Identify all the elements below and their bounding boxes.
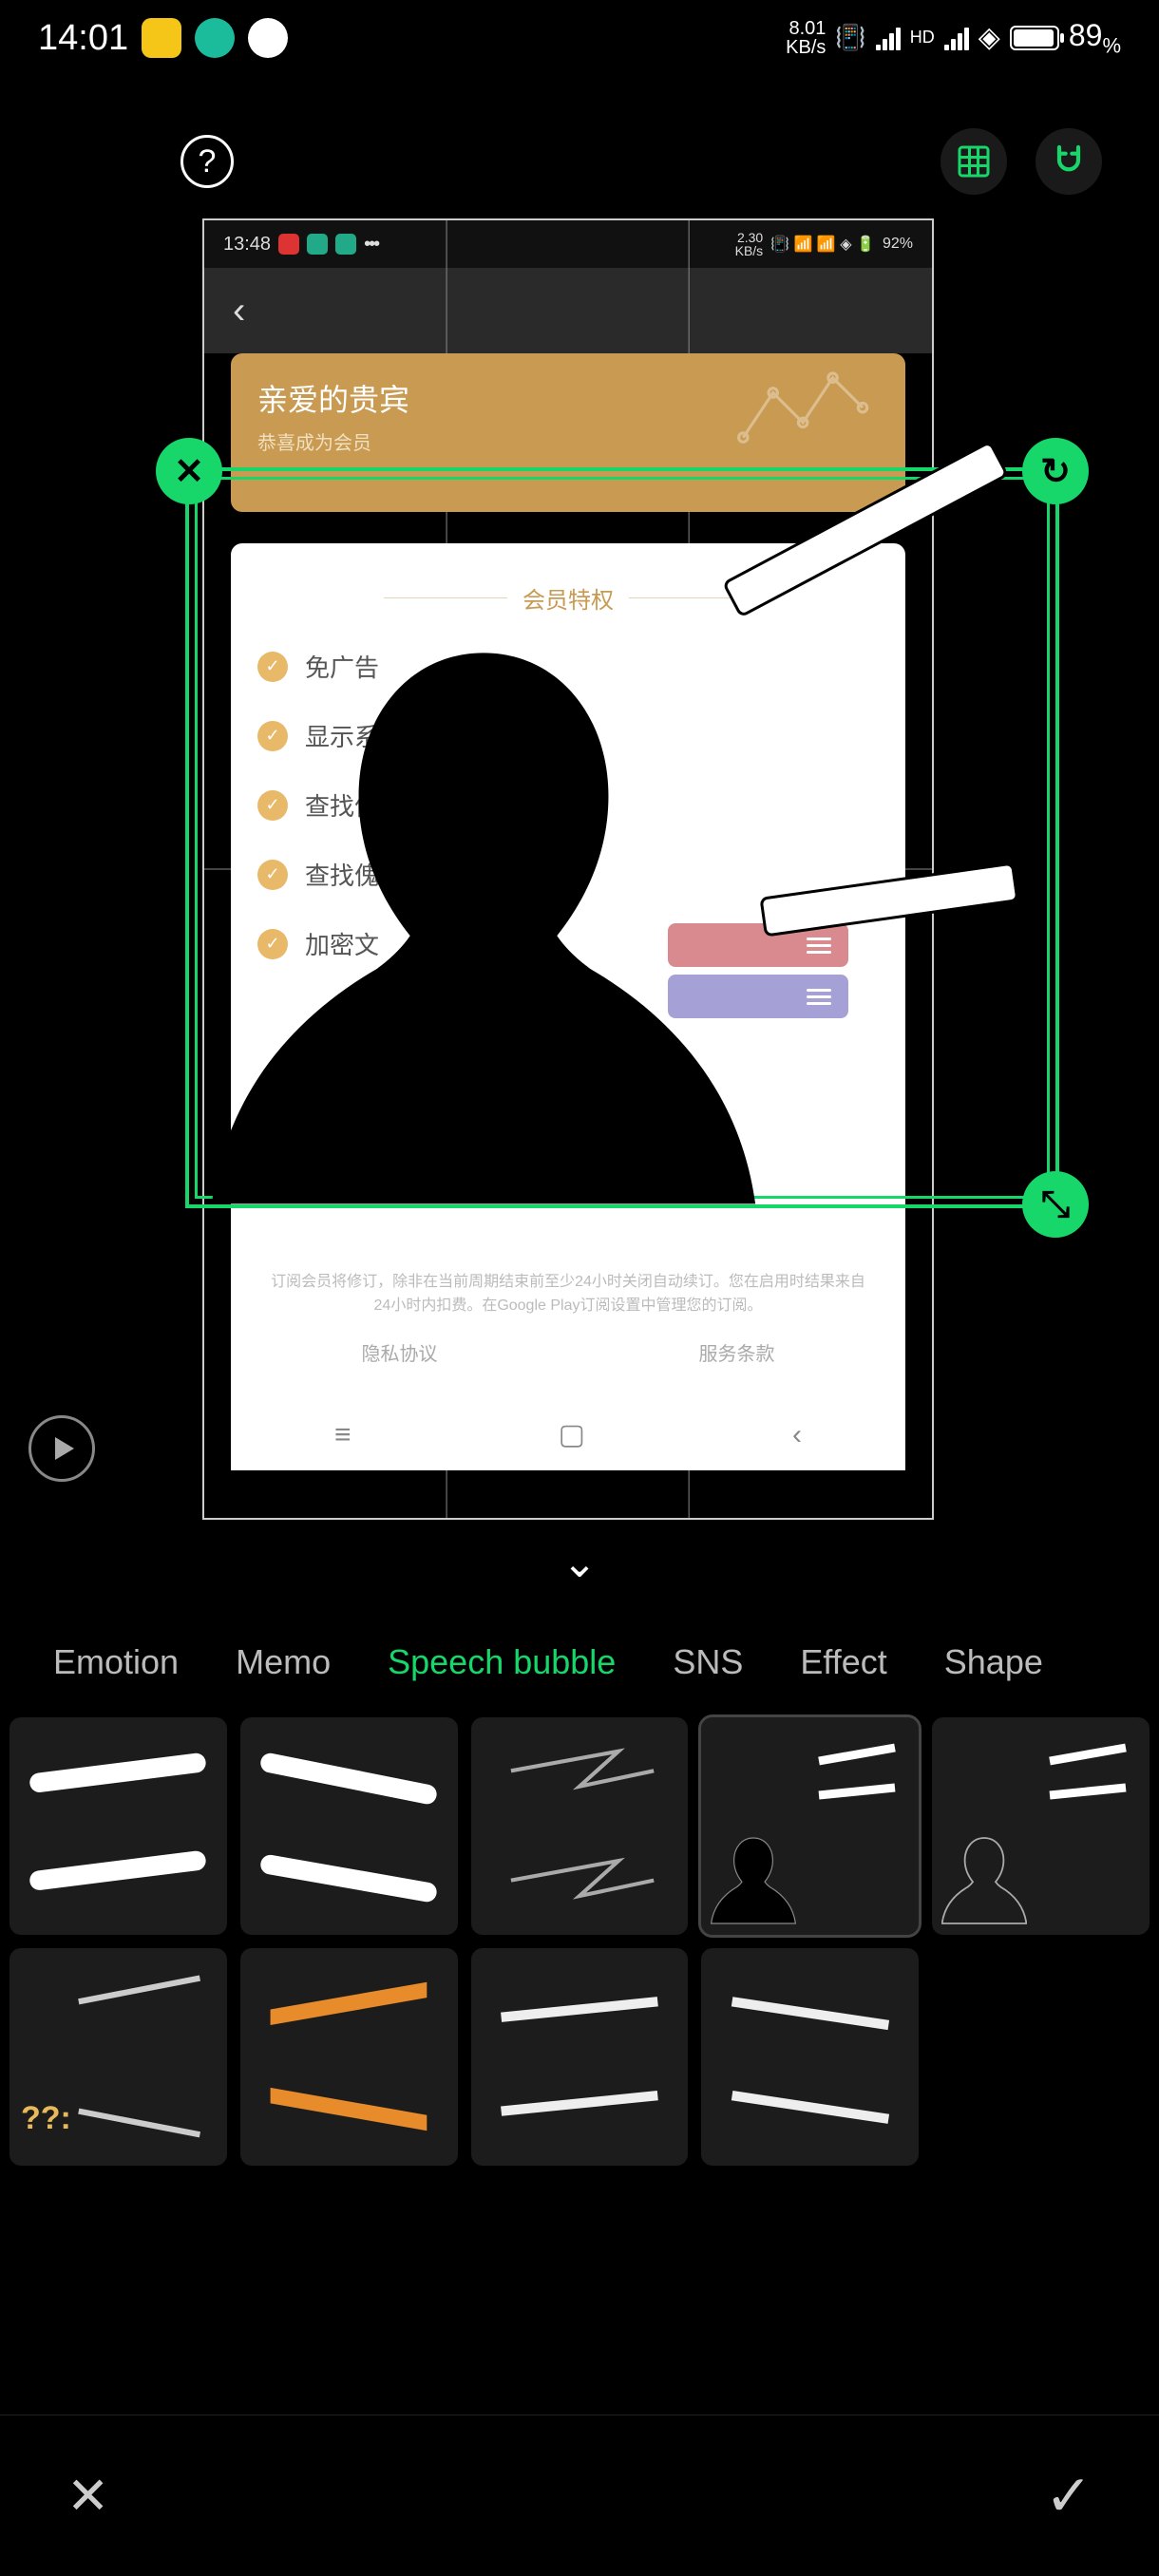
delete-handle[interactable]: ✕ (156, 438, 222, 504)
app-icon-2 (195, 18, 235, 58)
question-marks: ??: (21, 2100, 71, 2137)
hd-label: HD (910, 28, 935, 47)
chevron-down-icon: ⌄ (562, 1540, 598, 1586)
vibrate-icon: 📳 (835, 23, 865, 52)
inner-clock: 13:48 (223, 234, 271, 256)
close-icon: ✕ (66, 2468, 109, 2525)
resize-icon: ⤡ (1041, 1184, 1070, 1225)
magnet-icon (1050, 142, 1088, 180)
inner-app-icon-2 (307, 234, 328, 255)
tab-speech-bubble[interactable]: Speech bubble (388, 1642, 616, 1682)
sticker-lines-white-2[interactable] (240, 1717, 458, 1935)
editor-toolbar: ? (0, 123, 1159, 199)
grid-toggle-button[interactable] (940, 128, 1007, 195)
inner-status-bar: 13:48 ••• 2.30KB/s 📳 📶 📶 ◈ 🔋 92% (204, 220, 932, 268)
sticker-lines-question[interactable]: ??: (10, 1948, 227, 2166)
inner-app-icon-3 (335, 234, 356, 255)
status-left: 14:01 (38, 18, 288, 59)
sticker-lines-white-1[interactable] (10, 1717, 227, 1935)
sticker-selection-box[interactable]: ✕ ↻ ⤡ (185, 467, 1059, 1208)
close-icon: ✕ (174, 450, 204, 493)
sticker-lines-thin-2[interactable] (701, 1948, 919, 2166)
canvas[interactable]: 13:48 ••• 2.30KB/s 📳 📶 📶 ◈ 🔋 92% ‹ 亲爱的贵宾… (202, 218, 934, 1520)
magnet-toggle-button[interactable] (1036, 128, 1102, 195)
resize-handle[interactable]: ⤡ (1022, 1171, 1089, 1238)
inner-app-icon-1 (278, 234, 299, 255)
sticker-lines-thin-1[interactable] (471, 1948, 689, 2166)
sticker-category-tabs: 有 Emotion Memo Speech bubble SNS Effect … (0, 1638, 1159, 1687)
app-icon-3 (248, 18, 288, 58)
wifi-icon: ◈ (978, 21, 1000, 54)
app-icon-1 (142, 18, 181, 58)
status-right: 8.01 KB/s 📳 HD ◈ 89% (786, 18, 1121, 58)
phone-status-bar: 14:01 8.01 KB/s 📳 HD ◈ 89% (0, 0, 1159, 76)
confirm-button[interactable]: ✓ (1045, 2463, 1092, 2529)
sticker-silhouette-dark[interactable] (701, 1717, 919, 1935)
play-button[interactable] (28, 1415, 95, 1482)
collapse-panel-button[interactable]: ⌄ (562, 1539, 598, 1587)
play-icon (55, 1437, 74, 1460)
inner-topbar: ‹ (204, 268, 932, 353)
inner-footer-links: 隐私协议 服务条款 (231, 1338, 905, 1366)
tab-memo[interactable]: Memo (236, 1642, 331, 1682)
sticker-lines-orange[interactable] (240, 1948, 458, 2166)
help-button[interactable]: ? (180, 135, 234, 188)
check-icon: ✓ (1045, 2464, 1092, 2528)
battery-icon (1010, 26, 1059, 50)
rotate-handle[interactable]: ↻ (1022, 438, 1089, 504)
silhouette-sticker[interactable] (208, 616, 759, 1204)
bottom-action-bar: ✕ ✓ (0, 2415, 1159, 2576)
tab-effect[interactable]: Effect (800, 1642, 886, 1682)
cancel-button[interactable]: ✕ (66, 2466, 109, 2526)
sticker-grid: ??: (10, 1717, 1150, 2166)
net-speed: 8.01 KB/s (786, 19, 826, 57)
tab-shape[interactable]: Shape (944, 1642, 1043, 1682)
signal-1-icon (876, 26, 901, 50)
tab-emotion[interactable]: Emotion (53, 1642, 179, 1682)
battery-percent: 89% (1069, 18, 1121, 58)
signal-2-icon (944, 26, 969, 50)
inner-back-icon: ‹ (233, 290, 245, 332)
clock: 14:01 (38, 18, 128, 59)
help-icon: ? (199, 143, 217, 180)
rotate-icon: ↻ (1040, 450, 1071, 493)
inner-nav-bar: ≡▢‹ (231, 1418, 905, 1451)
inner-footer-note: 订阅会员将修订，除非在当前周期结束前至少24小时关闭自动续订。您在启用时结果来自… (269, 1270, 867, 1318)
sticker-lightning-outline[interactable] (471, 1717, 689, 1935)
tab-sns[interactable]: SNS (673, 1642, 743, 1682)
sticker-silhouette-outline[interactable] (932, 1717, 1150, 1935)
grid-icon (957, 144, 991, 179)
